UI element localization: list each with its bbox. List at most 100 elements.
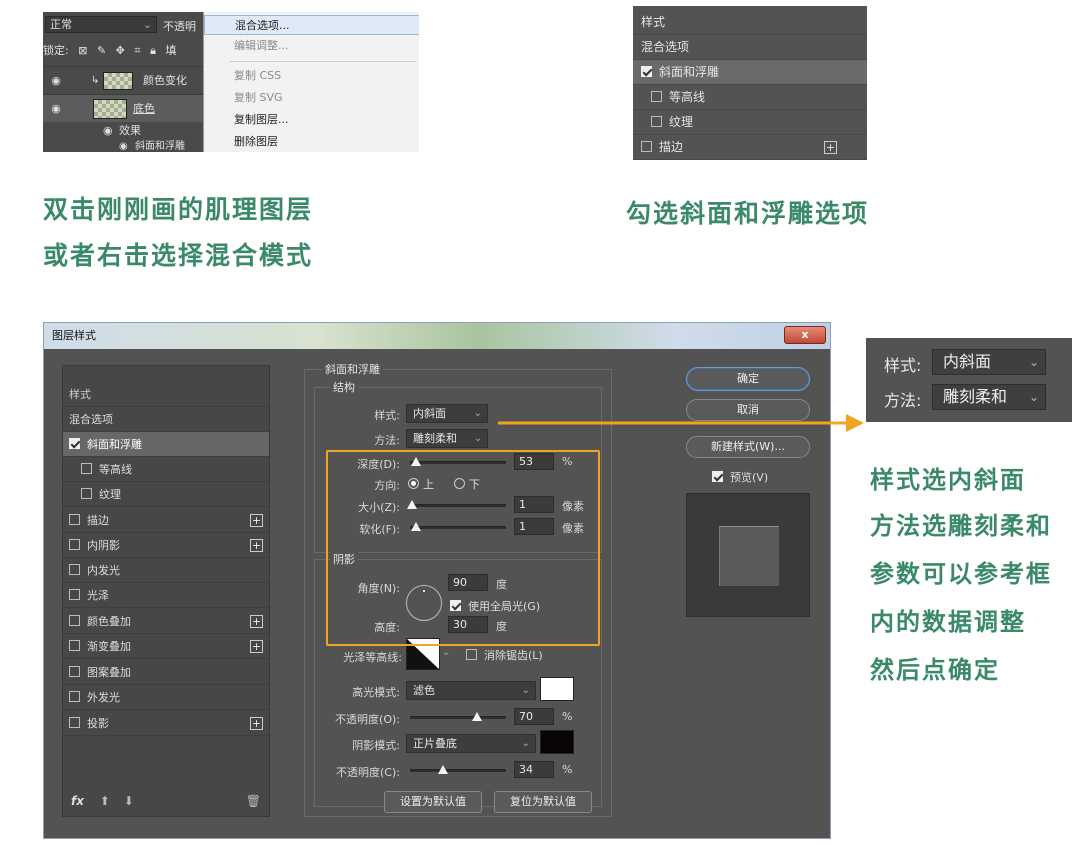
- checkbox[interactable]: [651, 116, 662, 127]
- style-item-texture[interactable]: 纹理: [63, 482, 269, 507]
- callout-technique-select[interactable]: 雕刻柔和 ⌄: [932, 384, 1046, 410]
- dialog-titlebar[interactable]: 图层样式 x: [44, 323, 830, 349]
- highlight-opacity-input[interactable]: 70: [514, 708, 554, 725]
- checkbox[interactable]: [69, 564, 80, 575]
- shadow-color-swatch[interactable]: [540, 730, 574, 754]
- lock-all-icon[interactable]: 🔒︎: [150, 44, 156, 57]
- checkbox[interactable]: [69, 717, 80, 728]
- fx-icon[interactable]: fx: [71, 794, 84, 808]
- preview-swatch: [719, 526, 779, 586]
- menu-item-delete-layer[interactable]: 删除图层: [204, 132, 419, 152]
- menu-item-copy-css[interactable]: 复制 CSS: [204, 66, 419, 86]
- checkbox-checked[interactable]: [712, 471, 723, 482]
- bevel-style-select[interactable]: 内斜面 ⌄: [406, 404, 488, 423]
- checkbox[interactable]: [69, 539, 80, 550]
- checkbox[interactable]: [641, 141, 652, 152]
- style-item-satin[interactable]: 光泽: [63, 583, 269, 608]
- checkbox-checked[interactable]: [69, 438, 80, 449]
- plus-icon[interactable]: +: [250, 615, 263, 628]
- style-item-bevel-emboss[interactable]: 斜面和浮雕: [633, 60, 867, 85]
- new-style-button[interactable]: 新建样式(W)...: [686, 436, 810, 458]
- shadow-opacity-input[interactable]: 34: [514, 761, 554, 778]
- layer-row[interactable]: ◉ ↳ 颜色变化: [43, 66, 203, 94]
- move-down-icon[interactable]: ⬇: [124, 794, 134, 808]
- checkbox[interactable]: [81, 488, 92, 499]
- style-item-bevel-emboss[interactable]: 斜面和浮雕: [63, 432, 269, 457]
- close-icon: x: [801, 328, 809, 341]
- style-item-label: 内发光: [87, 564, 120, 577]
- move-up-icon[interactable]: ⬆: [100, 794, 110, 808]
- plus-icon[interactable]: +: [824, 141, 837, 154]
- lock-transparent-icon[interactable]: ⊠: [78, 44, 87, 57]
- close-button[interactable]: x: [784, 326, 826, 344]
- chevron-down-icon[interactable]: ⌄: [442, 647, 450, 658]
- shadow-opacity-handle[interactable]: [438, 765, 448, 774]
- style-item-blending-options[interactable]: 混合选项: [63, 407, 269, 432]
- blend-mode-select[interactable]: 正常 ⌄: [45, 16, 157, 33]
- style-item-texture[interactable]: 纹理: [633, 110, 867, 135]
- style-item-outer-glow[interactable]: 外发光: [63, 685, 269, 710]
- menu-item-blending-options[interactable]: 混合选项...: [204, 15, 419, 35]
- lock-brush-icon[interactable]: ✎: [97, 44, 106, 57]
- checkbox[interactable]: [69, 615, 80, 626]
- eye-icon[interactable]: ◉: [49, 95, 63, 123]
- note-line-5: 然后点确定: [870, 656, 1000, 684]
- checkbox[interactable]: [81, 463, 92, 474]
- arrow-head: [846, 414, 864, 432]
- fill-label: 填: [165, 44, 177, 57]
- menu-item-duplicate-layer[interactable]: 复制图层...: [204, 110, 419, 130]
- style-item-stroke[interactable]: 描边 +: [63, 508, 269, 533]
- reset-default-button[interactable]: 复位为默认值: [494, 791, 592, 813]
- plus-icon[interactable]: +: [250, 539, 263, 552]
- lock-artboard-icon[interactable]: ⌗: [134, 44, 140, 57]
- effect-child-row[interactable]: ◉ 斜面和浮雕: [43, 140, 203, 152]
- plus-icon[interactable]: +: [250, 514, 263, 527]
- style-item-contour[interactable]: 等高线: [63, 457, 269, 482]
- make-default-button[interactable]: 设置为默认值: [384, 791, 482, 813]
- trash-icon[interactable]: 🗑︎: [246, 786, 261, 816]
- style-item-inner-glow[interactable]: 内发光: [63, 558, 269, 583]
- shadow-mode-select[interactable]: 正片叠底 ⌄: [406, 734, 536, 753]
- style-item-stroke[interactable]: 描边 +: [633, 135, 867, 160]
- chevron-down-icon: ⌄: [521, 685, 530, 696]
- style-item-drop-shadow[interactable]: 投影 +: [63, 711, 269, 736]
- menu-item-edit-adjustment[interactable]: 编辑调整...: [204, 36, 419, 56]
- checkbox[interactable]: [69, 589, 80, 600]
- effects-row[interactable]: ◉ 效果: [43, 123, 203, 139]
- checkbox[interactable]: [466, 649, 477, 660]
- plus-icon[interactable]: +: [250, 640, 263, 653]
- style-item-color-overlay[interactable]: 颜色叠加 +: [63, 609, 269, 634]
- lock-move-icon[interactable]: ✥: [116, 44, 125, 57]
- highlight-mode-select[interactable]: 滤色 ⌄: [406, 681, 536, 700]
- styles-header[interactable]: 样式: [63, 382, 269, 407]
- checkbox[interactable]: [651, 91, 662, 102]
- layer-row-selected[interactable]: ◉ 底色: [43, 94, 203, 122]
- style-item-pattern-overlay[interactable]: 图案叠加: [63, 660, 269, 685]
- preview-option[interactable]: 预览(V): [712, 469, 768, 485]
- style-item-gradient-overlay[interactable]: 渐变叠加 +: [63, 634, 269, 659]
- highlight-opacity-handle[interactable]: [472, 712, 482, 721]
- antialias-option[interactable]: 消除锯齿(L): [466, 647, 543, 663]
- highlight-opacity-track[interactable]: [410, 716, 506, 719]
- checkbox[interactable]: [69, 514, 80, 525]
- layer-name: 颜色变化: [143, 74, 187, 87]
- eye-icon[interactable]: ◉: [103, 123, 113, 139]
- note-line-3: 参数可以参考框: [870, 560, 1052, 588]
- style-item-contour[interactable]: 等高线: [633, 85, 867, 110]
- ok-button[interactable]: 确定: [686, 367, 810, 391]
- technique-select[interactable]: 雕刻柔和 ⌄: [406, 429, 488, 448]
- checkbox[interactable]: [69, 640, 80, 651]
- eye-icon[interactable]: ◉: [119, 140, 128, 152]
- checkbox[interactable]: [69, 666, 80, 677]
- menu-item-copy-svg[interactable]: 复制 SVG: [204, 88, 419, 108]
- highlight-color-swatch[interactable]: [540, 677, 574, 701]
- callout-style-label: 样式:: [884, 356, 922, 375]
- callout-style-select[interactable]: 内斜面 ⌄: [932, 349, 1046, 375]
- style-item-blending-options[interactable]: 混合选项: [633, 35, 867, 60]
- checkbox[interactable]: [69, 691, 80, 702]
- eye-icon[interactable]: ◉: [49, 67, 63, 95]
- shadow-opacity-track[interactable]: [410, 769, 506, 772]
- style-item-inner-shadow[interactable]: 内阴影 +: [63, 533, 269, 558]
- plus-icon[interactable]: +: [250, 717, 263, 730]
- checkbox-checked[interactable]: [641, 66, 652, 77]
